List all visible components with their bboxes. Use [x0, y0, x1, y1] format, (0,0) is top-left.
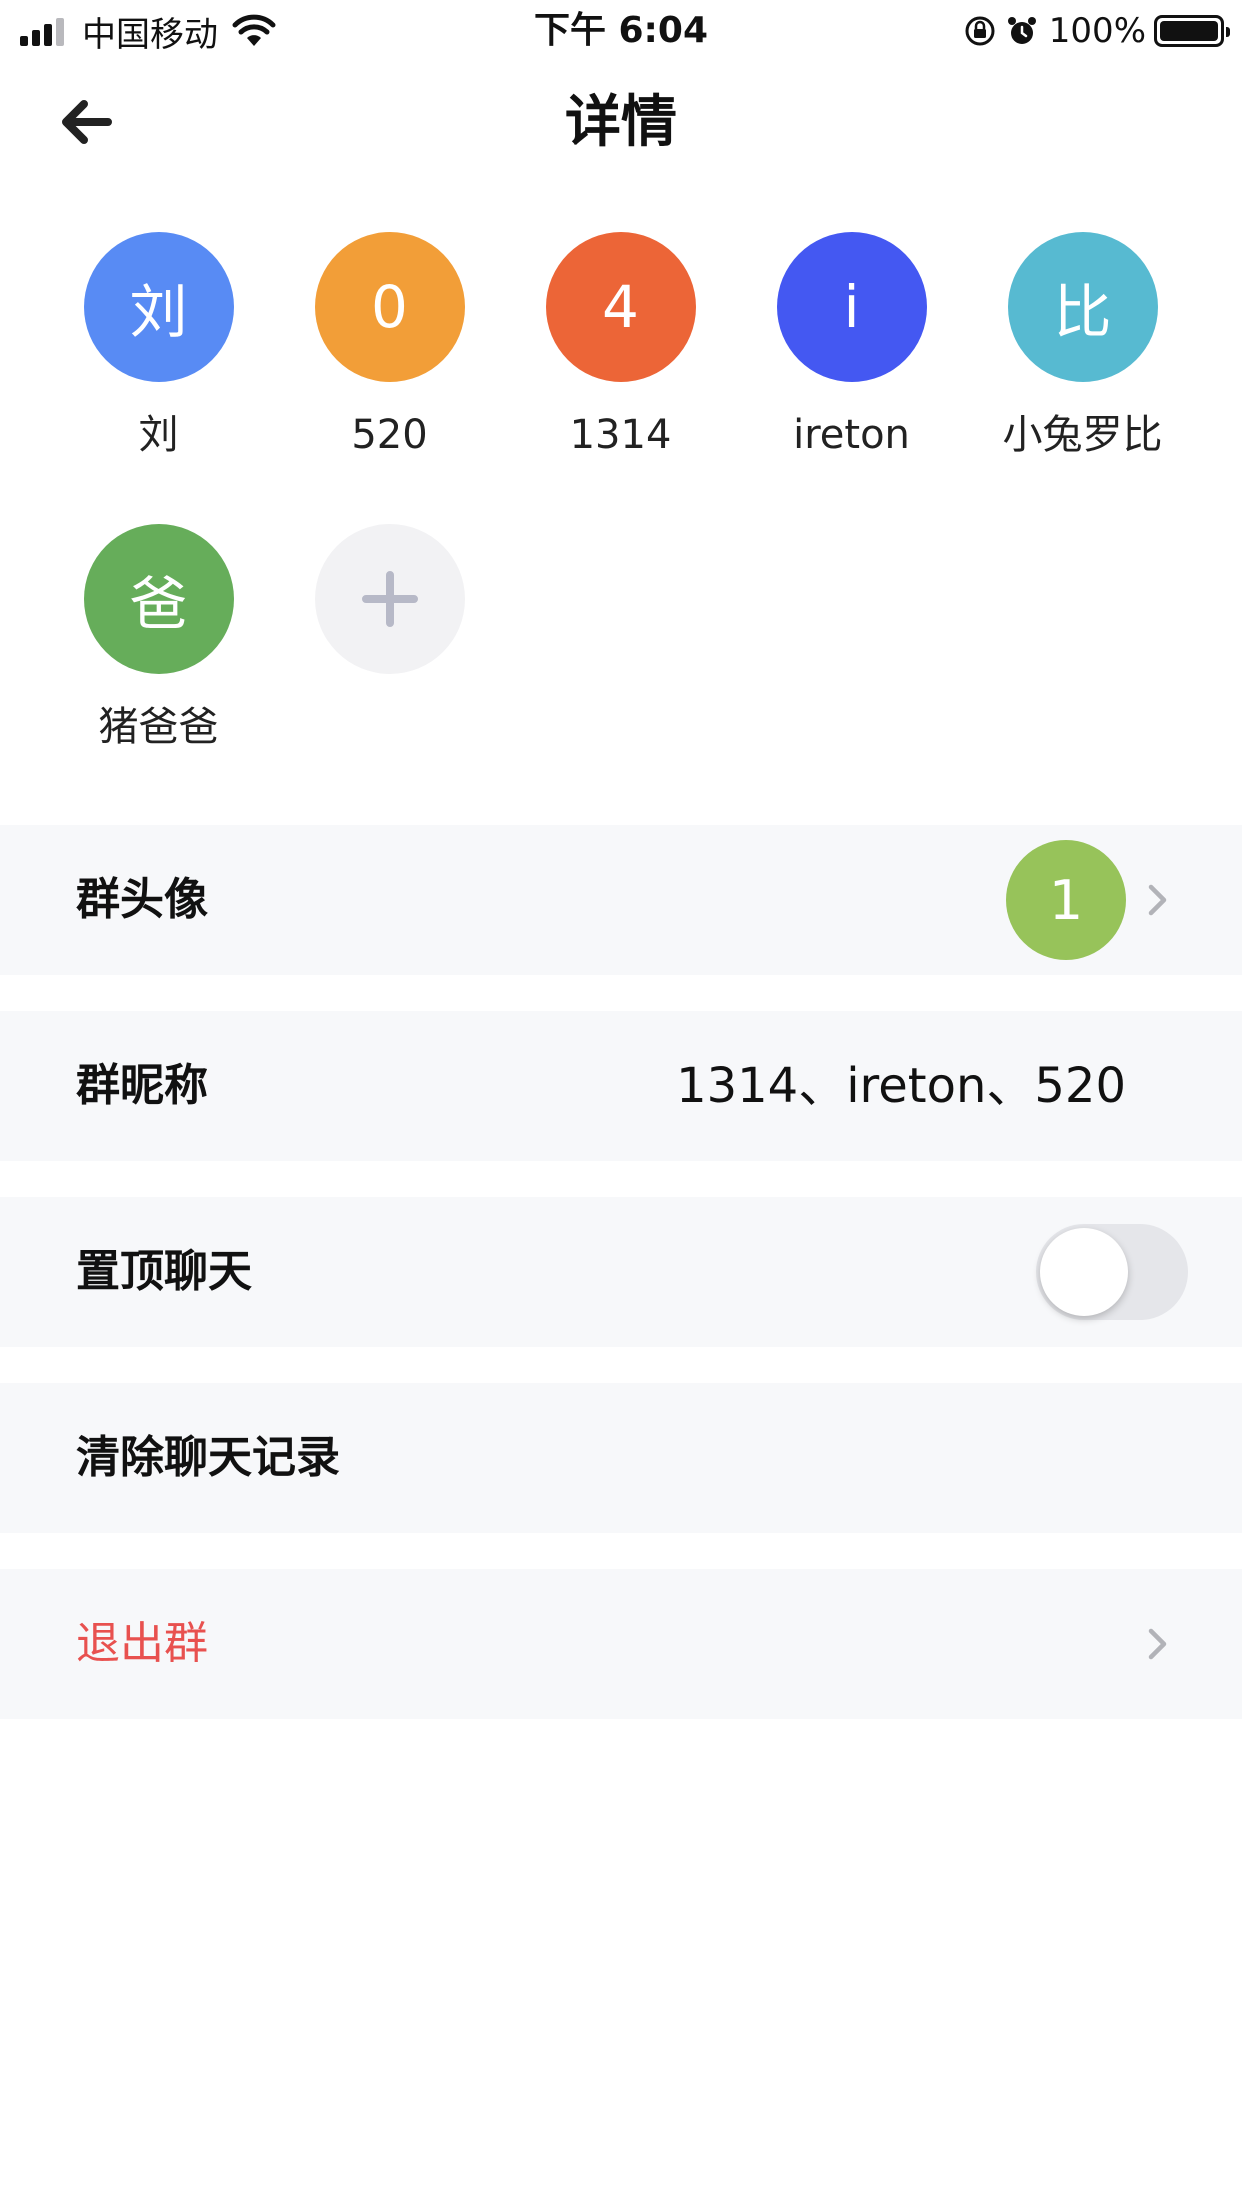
status-right: 100%	[955, 10, 1230, 52]
pin-chat-row: 置顶聊天	[0, 1197, 1242, 1347]
chevron-right-icon	[1148, 1628, 1167, 1660]
member-avatar: 0	[314, 232, 465, 382]
member-name: 刘	[138, 412, 179, 458]
navigation-bar: 详情	[0, 62, 1242, 184]
member-name: 猪爸爸	[98, 704, 219, 750]
battery-icon	[1154, 15, 1230, 47]
chevron-right-icon	[1148, 884, 1167, 916]
add-member-button[interactable]	[274, 524, 505, 674]
group-nickname-value: 1314、ireton、520	[676, 1058, 1126, 1114]
pin-chat-label: 置顶聊天	[76, 1246, 252, 1297]
member-item[interactable]: 比 小兔罗比	[967, 232, 1198, 460]
group-avatar: 1	[1006, 840, 1126, 960]
member-avatar: 比	[1007, 232, 1158, 382]
clear-history-row[interactable]: 清除聊天记录	[0, 1383, 1242, 1533]
member-name: 小兔罗比	[1002, 412, 1163, 458]
group-nickname-row[interactable]: 群昵称 1314、ireton、520	[0, 1011, 1242, 1161]
group-avatar-label: 群头像	[76, 874, 208, 925]
alarm-icon	[1007, 17, 1036, 44]
page-title: 详情	[565, 90, 677, 155]
pin-chat-toggle[interactable]	[1036, 1224, 1188, 1320]
leave-group-label: 退出群	[76, 1618, 208, 1669]
toggle-knob	[1040, 1228, 1128, 1316]
member-name: 1314	[569, 412, 672, 458]
member-name: ireton	[793, 412, 910, 458]
member-name: 520	[351, 412, 428, 458]
member-item[interactable]: 爸 猪爸爸	[43, 524, 274, 752]
member-item[interactable]: 4 1314	[505, 232, 736, 460]
member-avatar: 爸	[83, 524, 234, 674]
member-avatar: i	[776, 232, 927, 382]
battery-percentage: 100%	[1048, 11, 1146, 51]
clear-history-label: 清除聊天记录	[76, 1432, 340, 1483]
member-item[interactable]: i ireton	[736, 232, 967, 460]
orientation-lock-icon	[965, 16, 995, 46]
member-item[interactable]: 刘 刘	[43, 232, 274, 460]
leave-group-row[interactable]: 退出群	[0, 1569, 1242, 1719]
add-member-avatar[interactable]	[314, 524, 465, 674]
member-item[interactable]: 0 520	[274, 232, 505, 460]
group-nickname-label: 群昵称	[76, 1060, 208, 1111]
member-avatar: 刘	[83, 232, 234, 382]
status-bar: 中国移动 下午 6:04 100%	[0, 0, 1242, 62]
plus-icon	[361, 571, 418, 627]
member-avatar: 4	[545, 232, 696, 382]
group-avatar-row[interactable]: 群头像 1	[0, 825, 1242, 975]
